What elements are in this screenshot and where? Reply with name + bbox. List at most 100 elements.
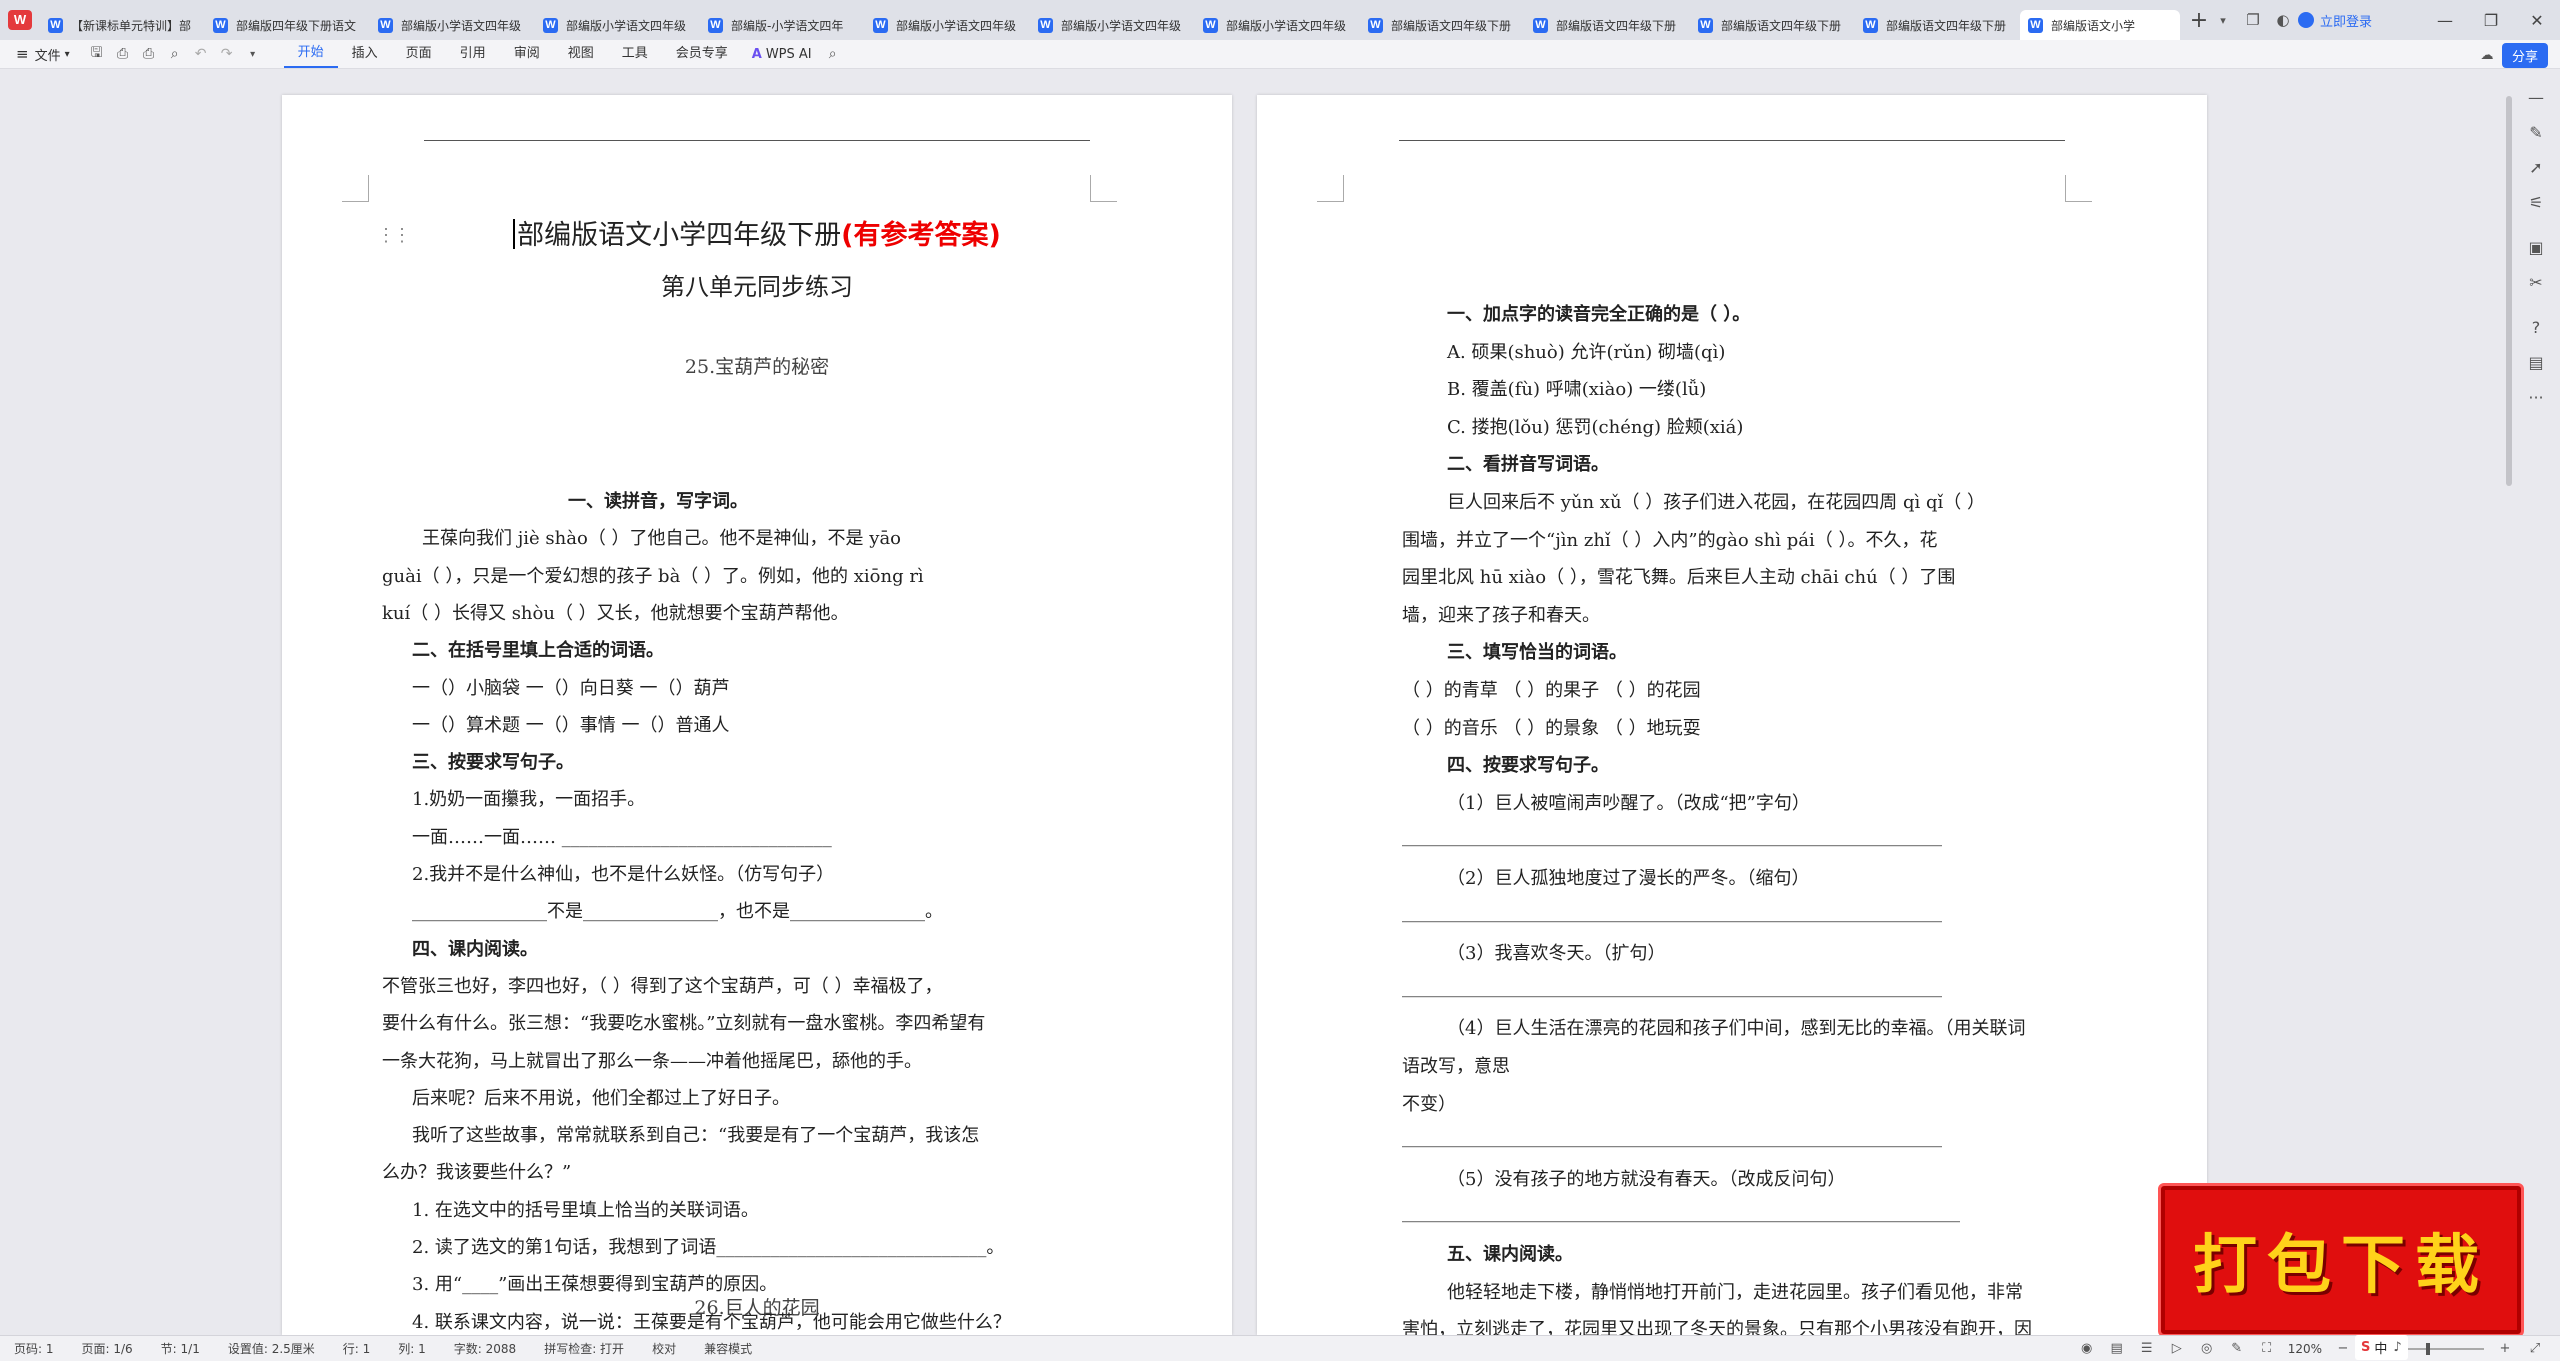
restore-icon[interactable]: ❐ [2468, 11, 2514, 30]
tools-icon[interactable]: ✂ [2512, 273, 2560, 292]
ime-toolbar[interactable]: S 中 ♪ [2355, 1335, 2408, 1360]
print-preview-icon[interactable]: ⌕ [162, 46, 188, 62]
cloud-sync-icon[interactable]: ☁ [2472, 48, 2502, 63]
document-tab[interactable]: W 部编版小学语文四年级 [370, 10, 530, 40]
document-tab[interactable]: W 部编版语文小学 [2020, 10, 2180, 40]
status-word-count[interactable]: 字数: 2088 [440, 1340, 530, 1357]
status-column[interactable]: 列: 1 [384, 1340, 440, 1357]
chevron-down-icon: ▾ [64, 48, 70, 60]
ribbon-tab[interactable]: 页面 [392, 40, 446, 68]
word-doc-icon: W [1368, 17, 1383, 33]
status-page-number[interactable]: 页码: 1 [0, 1340, 68, 1357]
text-line: 巨人回来后不 yǔn xǔ（ ）孩子们进入花园，在花园四周 qì qǐ（ ） [1447, 492, 1985, 513]
pen-icon[interactable]: ✎ [2222, 1341, 2252, 1356]
fit-page-icon[interactable]: ⛶ [2252, 1341, 2282, 1356]
document-tab[interactable]: W 部编版-小学语文四年 [700, 10, 860, 40]
text-line: guài（ ），只是一个爱幻想的孩子 bà（ ）了。例如，他的 xiōng rì [382, 565, 924, 587]
zoom-slider-knob[interactable] [2426, 1342, 2430, 1355]
settings-sliders-icon[interactable]: ⚟ [2512, 193, 2560, 212]
status-section[interactable]: 节: 1/1 [147, 1340, 214, 1357]
text-line: （2）巨人孤独地度过了漫长的严冬。（缩句） [1447, 868, 1810, 889]
ribbon-tab[interactable]: 插入 [338, 40, 392, 68]
file-menu-button[interactable]: ≡ 文件 ▾ [16, 45, 70, 64]
word-doc-icon: W [378, 17, 393, 33]
status-spellcheck[interactable]: 拼写检查: 打开 [530, 1340, 638, 1357]
zoom-level[interactable]: 120% [2288, 1342, 2322, 1356]
document-page-1[interactable]: ⋮⋮ 部编版语文小学四年级下册(有参考答案) 第八单元同步练习 25.宝葫芦的秘… [282, 95, 1232, 1335]
title-tab-bar: W W 【新课标单元特训】部 W 部编版四年级下册语文 W 部编版小学语文四年级 W 部编版小… [0, 0, 2560, 40]
ribbon-tab[interactable]: 开始 [283, 40, 338, 68]
status-setting-value[interactable]: 设置值: 2.5厘米 [214, 1340, 329, 1357]
new-tab-plus-icon[interactable]: + [2185, 8, 2213, 33]
more-quick-access-icon[interactable]: ▾ [240, 49, 266, 60]
clipboard-icon[interactable]: ▤ [2512, 353, 2560, 372]
download-package-badge[interactable]: 打包下载 [2158, 1183, 2524, 1337]
margin-corner-mark [342, 175, 369, 202]
wps-ai-button[interactable]: A WPS AI [752, 47, 812, 62]
ribbon-tab[interactable]: 审阅 [500, 40, 554, 68]
document-tab[interactable]: W 部编版语文四年级下册 [1360, 10, 1520, 40]
document-title: 部编版语文小学四年级下册(有参考答案) [282, 213, 1232, 252]
tab-label: 部编版小学语文四年级 [1226, 18, 1347, 33]
login-link[interactable]: 立即登录 [2297, 11, 2372, 30]
minimize-icon[interactable]: — [2422, 11, 2468, 30]
status-row[interactable]: 行: 1 [329, 1340, 385, 1357]
redo-icon[interactable]: ↷ [214, 46, 240, 62]
ribbon-tab[interactable]: 工具 [608, 40, 662, 68]
tab-list-chevron-icon[interactable]: ▾ [2213, 14, 2233, 27]
ribbon-tab[interactable]: 会员专享 [662, 40, 742, 68]
export-pdf-icon[interactable]: ⎙ [110, 46, 136, 62]
section-heading: 四、课内阅读。 [412, 938, 538, 960]
tab-label: 部编版-小学语文四年 [731, 18, 844, 33]
text-line: （ ）的音乐 （ ）的景象 （ ）地玩耍 [1402, 717, 1701, 739]
document-tab[interactable]: W 部编版语文四年级下册 [1525, 10, 1685, 40]
document-tab[interactable]: W 部编版小学语文四年级 [1030, 10, 1190, 40]
lesson-title: 26.巨人的花园 [694, 1297, 820, 1319]
page-view-icon[interactable]: ▤ [2102, 1341, 2132, 1356]
word-doc-icon: W [1698, 17, 1713, 33]
print-icon[interactable]: ⎙ [136, 46, 162, 62]
status-pages[interactable]: 页面: 1/6 [68, 1340, 147, 1357]
document-tab[interactable]: W 部编版语文四年级下册 [1690, 10, 1850, 40]
wps-logo-icon[interactable]: W [0, 0, 40, 40]
outline-view-icon[interactable]: ☰ [2132, 1341, 2162, 1356]
document-page-2[interactable]: 一、加点字的读音完全正确的是（ ）。 A. 硕果(shuò) 允许(rǔn) 砌墙… [1257, 95, 2207, 1335]
read-mode-icon[interactable]: ▷ [2162, 1341, 2192, 1356]
search-icon[interactable]: ⌕ [820, 46, 846, 62]
window-layout-icon[interactable]: ❐ [2238, 11, 2268, 29]
document-tab[interactable]: W 部编版小学语文四年级 [1195, 10, 1355, 40]
text-cursor [513, 219, 516, 249]
zoom-out-icon[interactable]: − [2328, 1341, 2358, 1356]
document-tab[interactable]: W 【新课标单元特训】部 [40, 10, 200, 40]
hamburger-icon: ≡ [16, 45, 29, 63]
help-icon[interactable]: ? [2512, 318, 2560, 337]
pen-icon[interactable]: ✎ [2512, 123, 2560, 142]
document-subtitle: 第八单元同步练习 [661, 273, 853, 301]
close-icon[interactable]: ✕ [2514, 11, 2560, 30]
document-tab[interactable]: W 部编版小学语文四年级 [865, 10, 1025, 40]
save-icon[interactable]: 🖫 [84, 42, 110, 66]
sogou-icon: S [2361, 1340, 2371, 1355]
ribbon-tab[interactable]: 引用 [446, 40, 500, 68]
zoom-in-icon[interactable]: + [2490, 1341, 2520, 1356]
theme-icon[interactable]: ◐ [2268, 11, 2298, 29]
eye-protect-icon[interactable]: ◉ [2072, 1341, 2102, 1356]
image-icon[interactable]: ▣ [2512, 238, 2560, 257]
undo-icon[interactable]: ↶ [188, 46, 214, 62]
document-tab[interactable]: W 部编版小学语文四年级 [535, 10, 695, 40]
collapse-icon[interactable]: — [2512, 88, 2560, 107]
web-view-icon[interactable]: ◎ [2192, 1341, 2222, 1356]
section-heading: 二、看拼音写词语。 [1447, 454, 1609, 476]
ime-mode-label: 中 [2374, 1342, 2388, 1357]
fullscreen-icon[interactable]: ⤢ [2520, 1341, 2550, 1356]
share-button[interactable]: 分享 [2501, 43, 2548, 68]
margin-corner-mark [1090, 175, 1117, 202]
text-line: （5）没有孩子的地方就没有春天。（改成反问句） [1447, 1168, 1846, 1190]
document-tab[interactable]: W 部编版语文四年级下册 [1855, 10, 2015, 40]
status-proofread[interactable]: 校对 [638, 1340, 690, 1357]
select-cursor-icon[interactable]: ➚ [2512, 158, 2560, 177]
ribbon-tab[interactable]: 视图 [554, 40, 608, 68]
more-icon[interactable]: ··· [2512, 388, 2560, 407]
document-tab[interactable]: W 部编版四年级下册语文 [205, 10, 365, 40]
word-doc-icon: W [48, 17, 63, 33]
